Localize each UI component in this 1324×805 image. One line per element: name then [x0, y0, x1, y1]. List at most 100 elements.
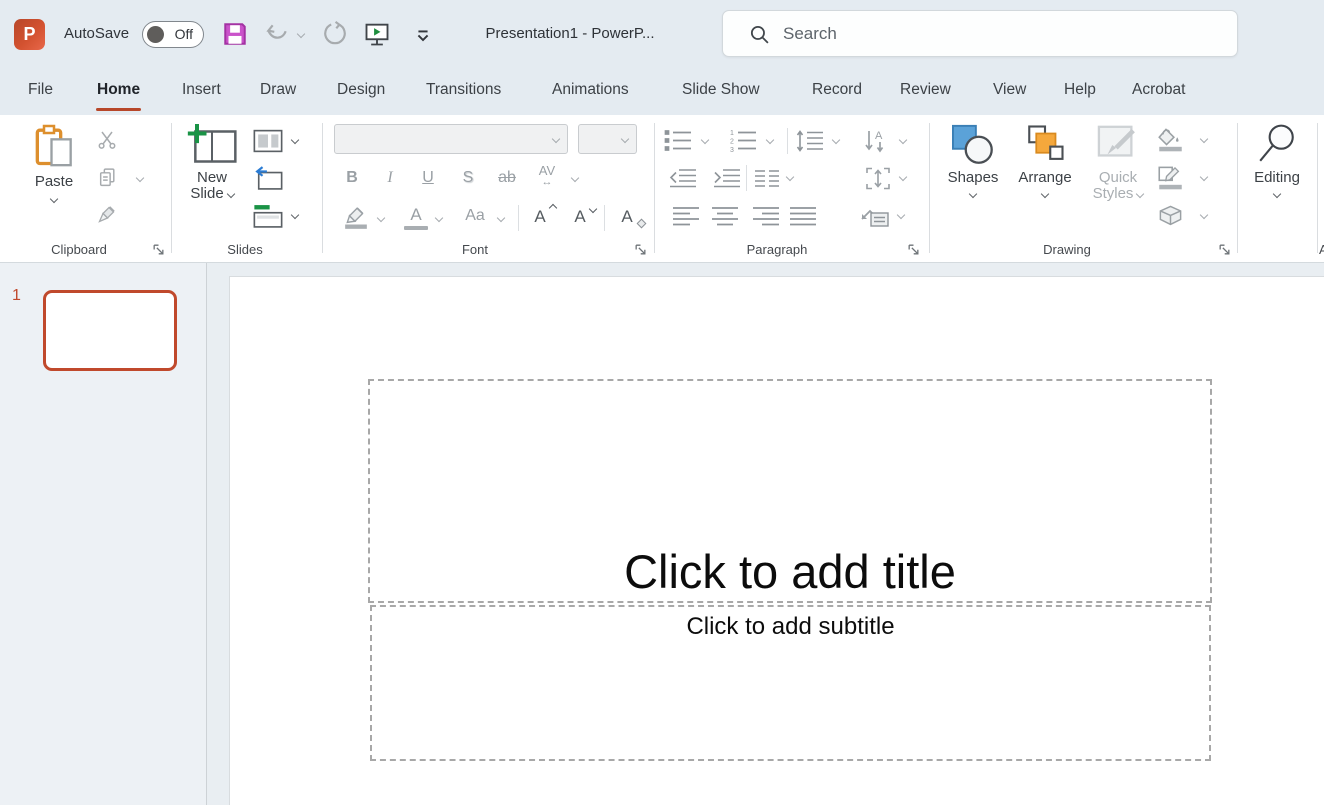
- tab-view[interactable]: View: [989, 68, 1030, 115]
- editing-label: Editing: [1254, 170, 1300, 186]
- tab-help[interactable]: Help: [1060, 68, 1100, 115]
- section-button[interactable]: [249, 203, 287, 229]
- bullets-chevron[interactable]: [701, 136, 709, 144]
- text-direction-button[interactable]: A: [863, 128, 893, 154]
- align-right-button[interactable]: [751, 203, 781, 229]
- title-placeholder-text: Click to add title: [624, 545, 956, 599]
- shrink-font-button[interactable]: A: [568, 207, 592, 227]
- tab-animations[interactable]: Animations: [548, 68, 633, 115]
- italic-button[interactable]: I: [378, 169, 402, 187]
- document-title: Presentation1 - PowerP...: [436, 25, 704, 42]
- justify-button[interactable]: [788, 203, 818, 229]
- increase-indent-button[interactable]: [712, 165, 742, 191]
- slide-canvas[interactable]: Click to add title Click to add subtitle: [230, 277, 1324, 805]
- reset-slide-icon: [252, 166, 284, 190]
- shape-outline-button[interactable]: [1155, 165, 1185, 190]
- autosave-toggle[interactable]: Off: [142, 21, 204, 48]
- copy-button[interactable]: [93, 164, 121, 190]
- numbering-chevron[interactable]: [766, 136, 774, 144]
- paragraph-dialog-launcher[interactable]: [907, 243, 922, 258]
- change-case-chevron[interactable]: [497, 214, 505, 222]
- bullets-button[interactable]: [663, 128, 693, 154]
- font-color-button[interactable]: A: [404, 205, 428, 225]
- drawing-dialog-launcher[interactable]: [1218, 243, 1233, 258]
- tab-home[interactable]: Home: [93, 68, 144, 115]
- slide-layout-button[interactable]: [249, 128, 287, 154]
- title-placeholder[interactable]: Click to add title: [368, 379, 1212, 603]
- undo-dropdown-chevron[interactable]: [297, 30, 305, 38]
- customize-quick-access-toolbar-button[interactable]: [408, 21, 438, 51]
- align-text-chevron[interactable]: [899, 173, 907, 181]
- search-box[interactable]: [722, 10, 1238, 57]
- text-highlight-button[interactable]: [340, 205, 372, 231]
- reset-slide-button[interactable]: [249, 165, 287, 191]
- new-slide-button[interactable]: New Slide: [181, 123, 243, 202]
- text-highlight-chevron[interactable]: [377, 214, 385, 222]
- copy-dropdown-chevron[interactable]: [136, 174, 144, 182]
- ribbon: Paste: [0, 115, 1324, 263]
- align-left-button[interactable]: [671, 203, 701, 229]
- font-dialog-launcher[interactable]: [634, 243, 649, 258]
- clipboard-dialog-launcher[interactable]: [152, 243, 167, 258]
- align-left-icon: [672, 204, 700, 228]
- clear-formatting-button[interactable]: A: [614, 207, 640, 227]
- character-spacing-arrow: ↔: [532, 177, 562, 187]
- shape-effects-button[interactable]: [1155, 203, 1185, 228]
- columns-button[interactable]: [753, 165, 781, 191]
- redo-button[interactable]: [320, 19, 350, 49]
- format-painter-button[interactable]: [93, 202, 121, 228]
- shapes-button[interactable]: Shapes: [945, 123, 1001, 197]
- slide-layout-chevron[interactable]: [291, 136, 299, 144]
- tab-acrobat[interactable]: Acrobat: [1128, 68, 1189, 115]
- align-center-button[interactable]: [710, 203, 740, 229]
- tab-design[interactable]: Design: [333, 68, 389, 115]
- shape-outline-chevron[interactable]: [1200, 173, 1208, 181]
- convert-to-smartart-button[interactable]: [859, 203, 891, 229]
- character-spacing-button[interactable]: AV ↔: [532, 165, 562, 187]
- line-spacing-button[interactable]: [795, 128, 825, 154]
- numbering-button[interactable]: 1 2 3: [728, 128, 758, 154]
- shape-effects-icon: [1157, 204, 1184, 228]
- panel-divider[interactable]: [206, 263, 207, 805]
- grow-font-button[interactable]: A: [528, 207, 552, 227]
- tab-slide-show[interactable]: Slide Show: [678, 68, 764, 115]
- arrange-button[interactable]: Arrange: [1017, 123, 1073, 197]
- font-name-combobox[interactable]: [334, 124, 568, 154]
- customize-toolbar-icon: [415, 28, 431, 44]
- search-input[interactable]: [783, 11, 1223, 56]
- shape-fill-button[interactable]: [1155, 127, 1185, 152]
- font-size-combobox[interactable]: [578, 124, 637, 154]
- start-slideshow-button[interactable]: [362, 19, 392, 49]
- text-shadow-button[interactable]: S: [456, 169, 480, 187]
- tab-review[interactable]: Review: [896, 68, 955, 115]
- line-spacing-chevron[interactable]: [832, 136, 840, 144]
- font-color-chevron[interactable]: [435, 214, 443, 222]
- powerpoint-app-icon[interactable]: P: [14, 19, 45, 50]
- align-text-button[interactable]: [863, 165, 893, 191]
- subtitle-placeholder[interactable]: Click to add subtitle: [370, 605, 1211, 761]
- cut-button[interactable]: [93, 128, 121, 152]
- quick-styles-button[interactable]: Quick Styles: [1087, 123, 1149, 202]
- smartart-chevron[interactable]: [897, 211, 905, 219]
- decrease-indent-button[interactable]: [668, 165, 698, 191]
- editing-button[interactable]: Editing: [1249, 123, 1305, 197]
- bold-button[interactable]: B: [340, 169, 364, 187]
- undo-button[interactable]: [262, 19, 292, 49]
- strikethrough-button[interactable]: ab: [492, 169, 522, 187]
- tab-file[interactable]: File: [24, 68, 57, 115]
- shape-fill-chevron[interactable]: [1200, 135, 1208, 143]
- character-spacing-chevron[interactable]: [571, 174, 579, 182]
- text-direction-chevron[interactable]: [899, 136, 907, 144]
- save-button[interactable]: [220, 19, 250, 49]
- slide-1-thumbnail[interactable]: [43, 290, 177, 371]
- tab-transitions[interactable]: Transitions: [422, 68, 505, 115]
- columns-chevron[interactable]: [786, 173, 794, 181]
- tab-record[interactable]: Record: [808, 68, 866, 115]
- tab-insert[interactable]: Insert: [178, 68, 225, 115]
- shape-effects-chevron[interactable]: [1200, 211, 1208, 219]
- section-chevron[interactable]: [291, 211, 299, 219]
- paste-button[interactable]: Paste: [26, 123, 82, 202]
- underline-button[interactable]: U: [416, 169, 440, 187]
- tab-draw[interactable]: Draw: [256, 68, 300, 115]
- change-case-button[interactable]: Aa: [460, 207, 490, 225]
